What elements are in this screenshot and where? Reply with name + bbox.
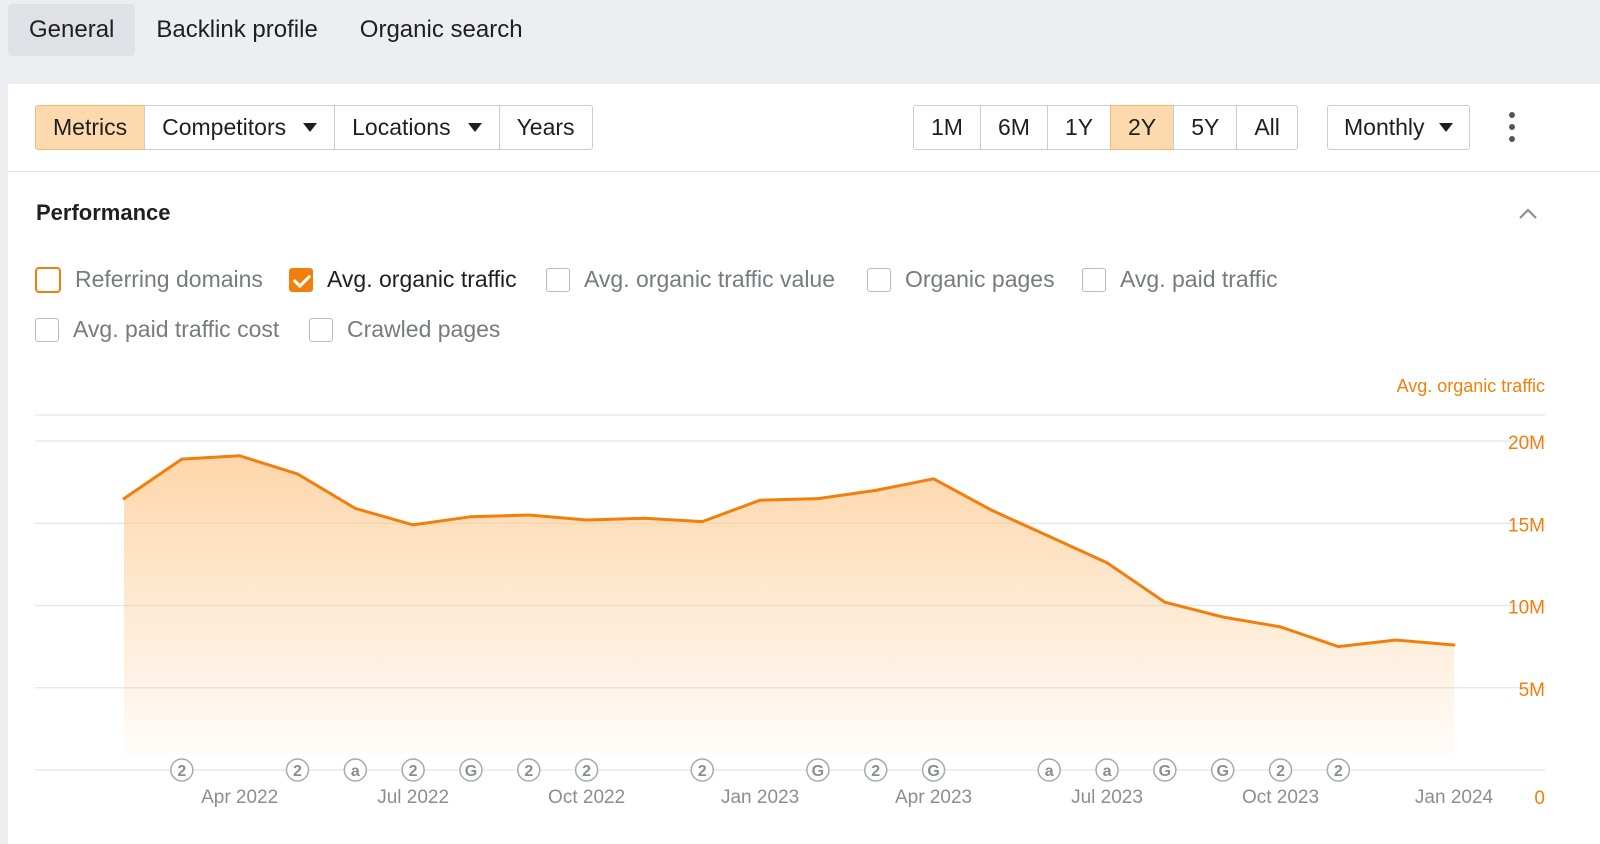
data-point (989, 508, 993, 512)
x-tick-label: Apr 2022 (201, 787, 278, 808)
annotation-marker[interactable]: 2 (517, 758, 541, 782)
annotation-glyph: 2 (177, 763, 186, 780)
data-point (1163, 600, 1167, 604)
y-tick-label: 15M (1508, 515, 1545, 536)
data-point (295, 472, 299, 476)
data-point (527, 513, 531, 517)
annotation-marker[interactable]: 2 (401, 758, 425, 782)
annotation-marker[interactable]: a (343, 758, 368, 782)
data-point (1047, 534, 1051, 538)
annotation-glyph: G (1159, 763, 1171, 780)
annotation-marker[interactable]: a (1095, 758, 1119, 782)
annotation-marker[interactable]: G (1210, 758, 1235, 782)
data-point (1279, 625, 1283, 629)
data-point (1336, 645, 1340, 649)
tab-general[interactable]: General (8, 4, 136, 56)
annotation-glyph: 2 (524, 763, 533, 780)
data-point (874, 488, 878, 492)
data-point (1452, 643, 1456, 647)
annotation-glyph: a (1103, 763, 1112, 780)
annotation-glyph: G (927, 763, 939, 780)
annotation-glyph: 2 (698, 763, 707, 780)
data-point (1394, 638, 1398, 642)
data-point (758, 498, 762, 502)
y-axis-title: Avg. organic traffic (1397, 376, 1545, 396)
annotation-glyph: G (465, 763, 477, 780)
annotation-marker[interactable]: 2 (690, 758, 715, 782)
data-point (1221, 615, 1225, 619)
annotation-glyph: 2 (1276, 763, 1285, 780)
annotation-glyph: G (1216, 763, 1228, 780)
annotation-marker[interactable]: G (806, 758, 830, 782)
annotation-marker[interactable]: 2 (574, 758, 599, 782)
data-point (816, 497, 820, 501)
data-point (642, 516, 646, 520)
annotation-glyph: 2 (1334, 763, 1343, 780)
overview-panel: Metrics Competitors Locations Years 1M 6… (8, 84, 1600, 844)
x-tick-label: Oct 2022 (548, 787, 625, 808)
top-tabs: General Backlink profile Organic search (8, 4, 544, 56)
x-tick-label: Apr 2023 (895, 787, 972, 808)
annotation-glyph: 2 (582, 763, 591, 780)
annotation-glyph: 2 (409, 763, 418, 780)
x-tick-label: Oct 2023 (1242, 787, 1319, 808)
y-tick-label: 20M (1508, 433, 1545, 454)
data-point (122, 497, 126, 501)
x-tick-label: Jan 2023 (721, 787, 799, 808)
data-point (238, 454, 242, 458)
annotation-marker[interactable]: 2 (1326, 758, 1351, 782)
data-point (1105, 561, 1109, 565)
data-point (932, 477, 936, 481)
data-point (353, 506, 357, 510)
annotation-marker[interactable]: 2 (170, 758, 194, 782)
annotation-glyph: a (1045, 763, 1054, 780)
annotation-marker[interactable]: 2 (285, 758, 310, 782)
x-tick-label: Jul 2022 (377, 787, 449, 808)
tab-organic-search[interactable]: Organic search (339, 4, 544, 56)
annotation-glyph: a (351, 763, 360, 780)
annotation-glyph: 2 (871, 763, 880, 780)
y-tick-label: 10M (1508, 598, 1545, 619)
x-tick-label: Jan 2024 (1415, 787, 1494, 808)
data-point (411, 523, 415, 527)
performance-chart-svg: 2 2 a 2 G 2 2 2 G 2 Ga a G G 2 2 20M 15M 10M 5M 0 Avg. organ… (35, 376, 1545, 809)
data-point (180, 457, 184, 461)
annotation-glyph: 2 (293, 763, 302, 780)
data-point (700, 520, 704, 524)
tab-backlink-profile[interactable]: Backlink profile (135, 4, 338, 56)
x-tick-label: Jul 2023 (1071, 787, 1143, 808)
performance-chart: 2 2 a 2 G 2 2 2 G 2 Ga a G G 2 2 20M 15M 10M 5M 0 Avg. organ… (8, 84, 1600, 844)
annotation-glyph: G (812, 763, 824, 780)
y-tick-label: 0 (1534, 788, 1545, 809)
annotation-marker[interactable]: 2 (863, 758, 888, 782)
annotation-marker[interactable]: G (1153, 758, 1177, 782)
y-tick-label: 5M (1519, 680, 1545, 701)
data-point (585, 518, 589, 522)
annotation-marker[interactable]: G (921, 758, 946, 782)
annotation-marker[interactable]: G (459, 758, 483, 782)
annotation-marker[interactable]: a (1037, 758, 1061, 782)
annotation-marker[interactable]: 2 (1268, 758, 1293, 782)
data-point (469, 515, 473, 519)
